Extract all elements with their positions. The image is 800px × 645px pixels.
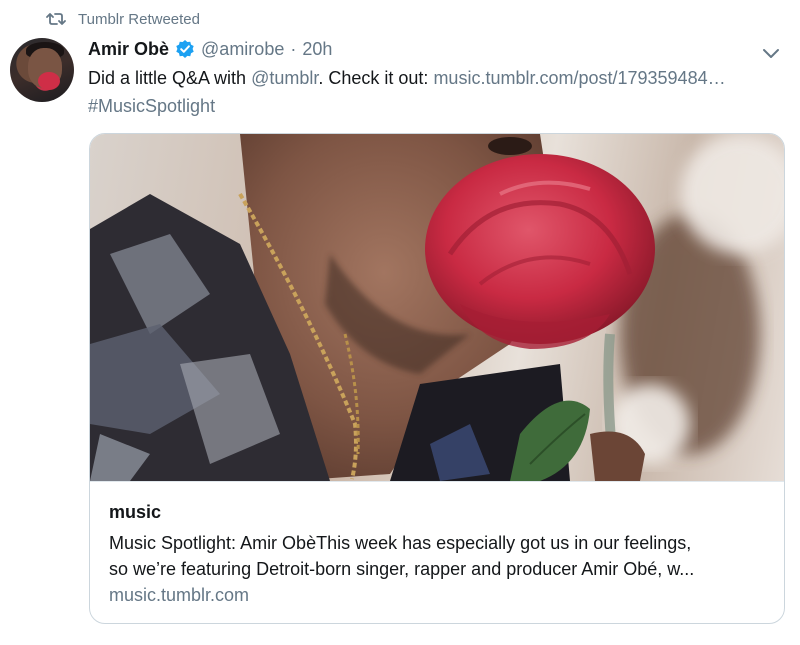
tweet-timestamp[interactable]: 20h: [302, 39, 332, 60]
verified-badge-icon: [175, 39, 195, 59]
link-card[interactable]: music Music Spotlight: Amir ObèThis week…: [89, 133, 785, 624]
mention-link[interactable]: @tumblr: [251, 68, 318, 88]
card-description-line: so we’re featuring Detroit-born singer, …: [109, 559, 695, 579]
hashtag-link[interactable]: #MusicSpotlight: [88, 92, 788, 120]
author-handle[interactable]: @amirobe: [201, 39, 284, 60]
tweet-text-prefix: Did a little Q&A with: [88, 68, 252, 88]
card-description-line: Music Spotlight: Amir ObèThis week has e…: [109, 533, 692, 553]
card-domain: music.tumblr.com: [109, 585, 250, 605]
card-description: Music Spotlight: Amir ObèThis week has e…: [109, 530, 769, 582]
meta-separator: ·: [290, 38, 297, 59]
avatar[interactable]: [10, 38, 74, 102]
retweet-context: Tumblr Retweeted: [46, 8, 200, 30]
card-image[interactable]: [90, 134, 784, 481]
retweet-label[interactable]: Tumblr Retweeted: [78, 11, 200, 28]
tweet-text: Did a little Q&A with @tumblr. Check it …: [88, 64, 788, 120]
author-name[interactable]: Amir Obè: [88, 39, 169, 60]
card-body[interactable]: music Music Spotlight: Amir ObèThis week…: [90, 481, 784, 623]
post-link[interactable]: music.tumblr.com/post/179359484…: [433, 68, 725, 88]
retweet-icon: [46, 11, 66, 27]
chevron-down-icon[interactable]: [760, 44, 782, 62]
card-title: music: [109, 502, 162, 522]
tweet-header: Amir Obè @amirobe · 20h: [88, 36, 780, 62]
tweet-text-middle: . Check it out:: [318, 68, 434, 88]
